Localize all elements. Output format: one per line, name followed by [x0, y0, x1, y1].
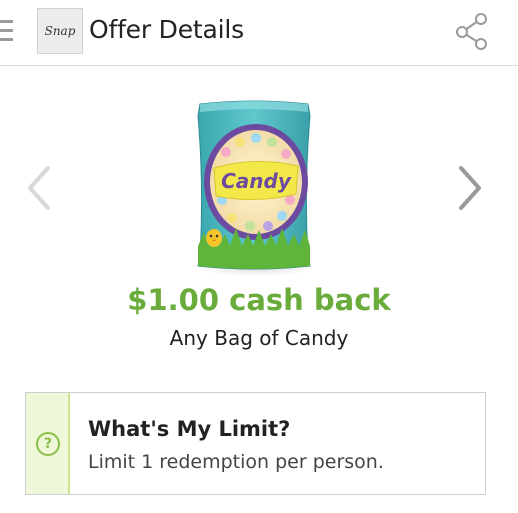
product-description: Any Bag of Candy — [169, 326, 349, 350]
chevron-left-icon[interactable] — [24, 164, 54, 212]
limit-card[interactable]: ? What's My Limit? Limit 1 redemption pe… — [25, 392, 486, 495]
cashback-amount: $1.00 cash back — [127, 283, 391, 317]
page-title: Offer Details — [89, 15, 244, 44]
hamburger-icon[interactable] — [0, 20, 14, 42]
chevron-right-icon[interactable] — [455, 164, 485, 212]
limit-icon-strip: ? — [26, 393, 70, 494]
limit-text: Limit 1 redemption per person. — [88, 451, 384, 473]
share-icon[interactable] — [452, 12, 492, 52]
product-label: Candy — [221, 169, 292, 193]
app-logo[interactable]: Snap — [37, 8, 83, 54]
logo-text: Snap — [44, 24, 76, 38]
question-icon: ? — [36, 432, 60, 456]
limit-title: What's My Limit? — [88, 417, 291, 441]
app-header: Snap Offer Details — [0, 0, 518, 66]
product-image: Candy — [197, 100, 311, 270]
